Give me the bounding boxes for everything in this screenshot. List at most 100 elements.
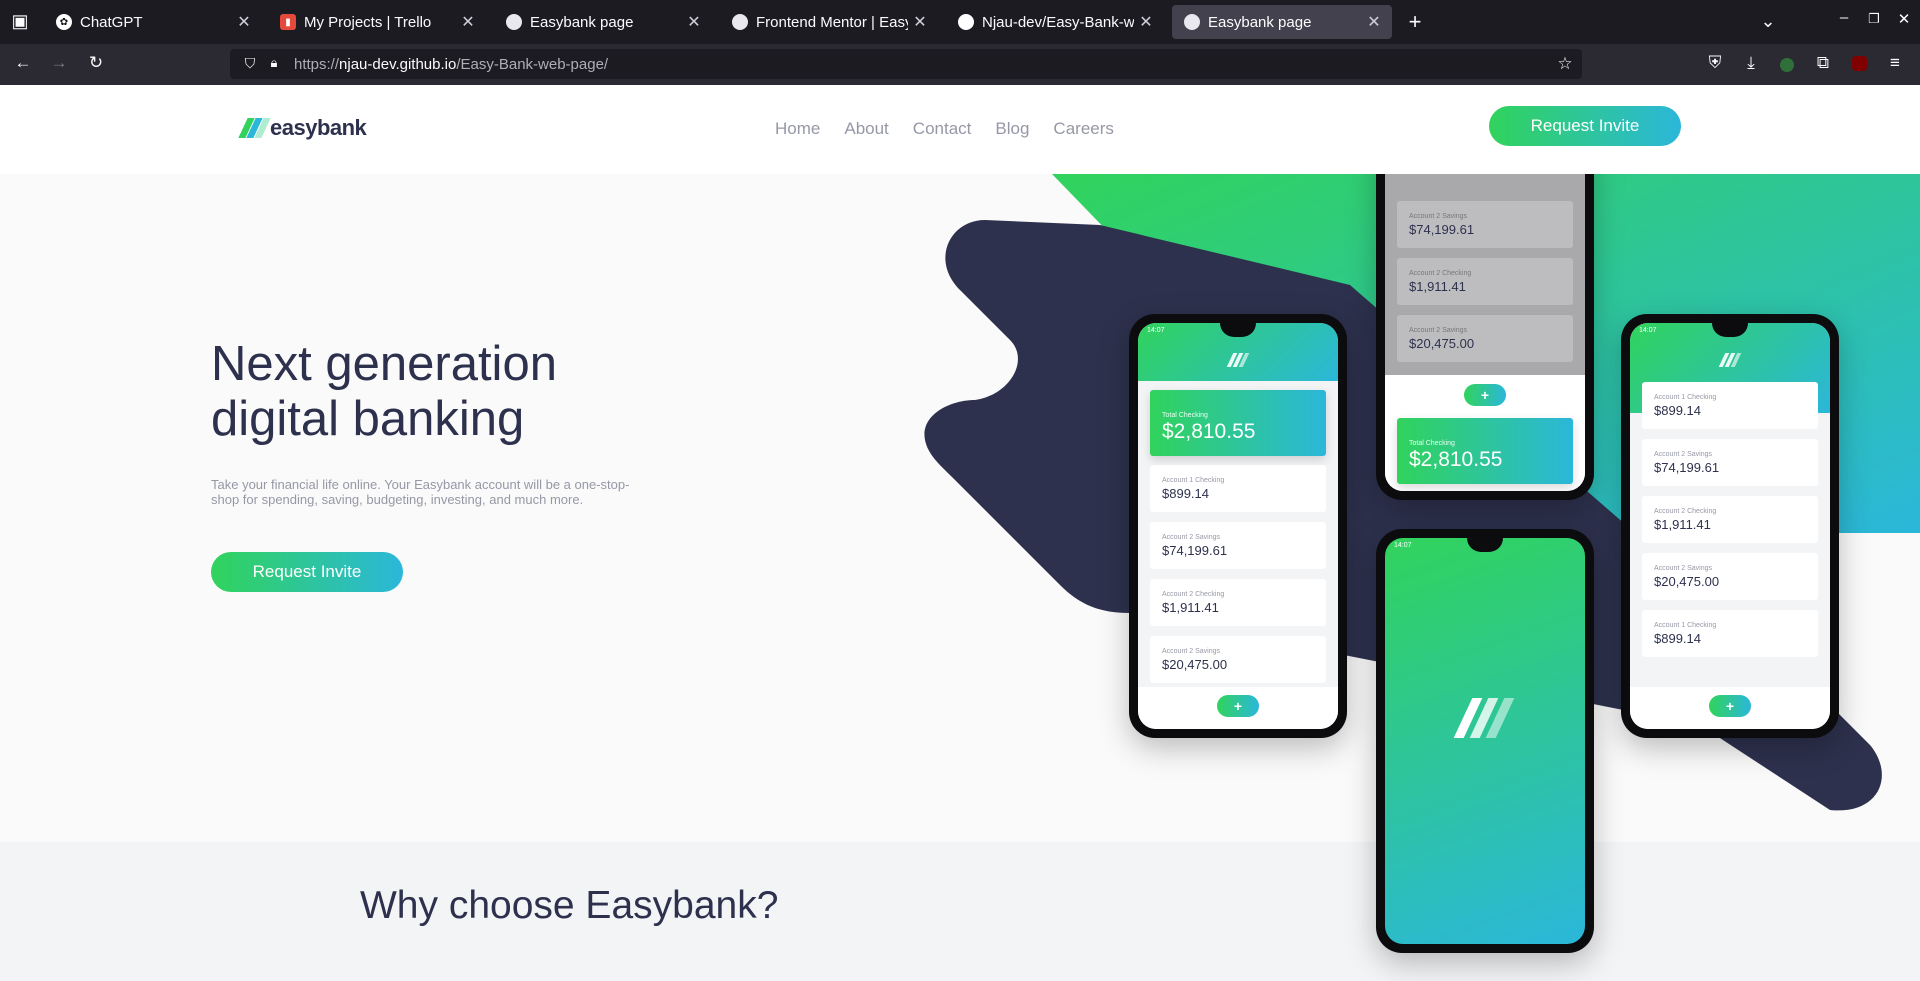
phone-mockup-bottom: 14:07 — [1376, 529, 1594, 953]
account-card: Account 2 Savings $74,199.61 — [1397, 201, 1573, 248]
url-scheme: https:// — [294, 56, 340, 73]
phone-clock: 14:07 — [1639, 327, 1657, 334]
app-logo-icon — [1226, 353, 1250, 367]
chatgpt-icon: ✿ — [56, 14, 72, 30]
phone-mockup-right: 14:07 Account 1 Checking $899.14 Account … — [1621, 314, 1839, 738]
shield-icon[interactable]: ⛉ — [238, 55, 262, 72]
account-card: Account 1 Checking $899.14 — [1150, 465, 1326, 512]
globe-icon — [732, 14, 748, 30]
tab-overview-icon[interactable]: ▣ — [8, 11, 32, 32]
close-tab-icon[interactable]: ✕ — [232, 12, 256, 32]
tab-easybank[interactable]: Easybank page ✕ — [494, 5, 712, 39]
account-card: Account 1 Checking $899.14 — [1642, 382, 1818, 429]
nav-blog[interactable]: Blog — [995, 119, 1029, 139]
account-card: Account 2 Savings $20,475.00 — [1397, 315, 1573, 362]
account-card: Account 2 Savings $74,199.61 — [1150, 522, 1326, 569]
phone-dock: + — [1138, 687, 1338, 729]
total-amount: $2,810.55 — [1409, 448, 1503, 471]
hero-title-line-1: Next generation — [211, 337, 557, 391]
add-icon: + — [1709, 695, 1751, 717]
total-checking-card: Total Checking $2,810.55 — [1397, 418, 1573, 484]
site-header: easybank Home About Contact Blog Careers… — [0, 85, 1920, 174]
close-tab-icon[interactable]: ✕ — [1134, 12, 1158, 32]
tab-frontend-mentor[interactable]: Frontend Mentor | Easyba ✕ — [720, 5, 938, 39]
minimize-icon[interactable]: – — [1832, 9, 1856, 26]
add-icon: + — [1464, 384, 1506, 406]
url-host: njau-dev.github.io — [339, 56, 457, 73]
phone-clock: 14:07 — [1147, 327, 1165, 334]
tab-trello[interactable]: ▮ My Projects | Trello ✕ — [268, 5, 486, 39]
hero-description: Take your financial life online. Your Ea… — [211, 477, 630, 507]
tab-title: Njau-dev/Easy-Bank-web- — [982, 13, 1134, 31]
web-page: easybank Home About Contact Blog Careers… — [0, 85, 1920, 981]
account-card: Account 2 Savings $20,475.00 — [1150, 636, 1326, 683]
close-tab-icon[interactable]: ✕ — [1362, 12, 1386, 32]
app-logo-icon — [1718, 353, 1742, 367]
forward-arrow-icon[interactable]: → — [47, 53, 71, 73]
pocket-icon[interactable]: ⛨ — [1703, 53, 1727, 73]
account-card: Account 2 Checking $1,911.41 — [1397, 258, 1573, 305]
tab-title: ChatGPT — [80, 13, 143, 31]
close-tab-icon[interactable]: ✕ — [682, 12, 706, 32]
why-title: Why choose Easybank? — [360, 884, 779, 927]
total-label: Total Checking — [1162, 412, 1208, 419]
account-card: Account 2 Savings $20,475.00 — [1642, 553, 1818, 600]
account-card: Account 1 Checking $899.14 — [1642, 610, 1818, 657]
chevron-down-icon[interactable]: ⌄ — [1756, 11, 1780, 32]
logo-mark-icon — [238, 118, 271, 138]
trello-icon: ▮ — [280, 14, 296, 30]
tab-title: Easybank page — [1208, 13, 1312, 31]
nav-contact[interactable]: Contact — [913, 119, 972, 139]
tab-chatgpt[interactable]: ✿ ChatGPT ✕ — [44, 5, 262, 39]
bookmark-star-icon[interactable]: ☆ — [1553, 54, 1577, 74]
logo-wordmark: easybank — [270, 115, 367, 140]
close-window-icon[interactable]: ✕ — [1892, 10, 1916, 28]
new-tab-icon[interactable]: + — [1402, 9, 1428, 35]
account-card: Account 2 Savings $74,199.61 — [1642, 439, 1818, 486]
url-path: /Easy-Bank-web-page/ — [456, 56, 609, 73]
easybank-logo[interactable]: easybank — [238, 115, 367, 141]
hero-title: Next generation digital banking — [211, 337, 557, 447]
nav-home[interactable]: Home — [775, 119, 820, 139]
account-card: Account 2 Checking $1,911.41 — [1642, 496, 1818, 543]
restore-icon[interactable]: ❐ — [1862, 11, 1886, 27]
menu-hamburger-icon[interactable]: ≡ — [1883, 53, 1907, 73]
lock-icon[interactable]: 🔒︎ — [262, 55, 286, 71]
tab-easybank-active[interactable]: Easybank page ✕ — [1172, 5, 1392, 39]
nav-careers[interactable]: Careers — [1053, 119, 1113, 139]
extension-green-icon[interactable] — [1775, 57, 1799, 77]
close-tab-icon[interactable]: ✕ — [456, 12, 480, 32]
main-nav: Home About Contact Blog Careers — [775, 119, 1114, 139]
globe-icon — [1184, 14, 1200, 30]
total-checking-card: Total Checking $2,810.55 — [1150, 390, 1326, 456]
phone-mockup-top: Account 2 Savings $74,199.61 Account 2 Ch… — [1376, 125, 1594, 500]
why-section: Why choose Easybank? — [0, 842, 1920, 981]
ublock-icon[interactable] — [1847, 56, 1871, 76]
url-text[interactable]: https://njau-dev.github.io/Easy-Bank-web… — [294, 56, 608, 73]
download-icon[interactable]: ⤓ — [1739, 53, 1763, 73]
tab-title: Easybank page — [530, 13, 634, 31]
hero-title-line-2: digital banking — [211, 392, 525, 446]
tab-title: My Projects | Trello — [304, 13, 432, 31]
nav-about[interactable]: About — [844, 119, 888, 139]
hero-request-invite-button[interactable]: Request Invite — [211, 552, 403, 592]
close-tab-icon[interactable]: ✕ — [908, 12, 932, 32]
header-request-invite-button[interactable]: Request Invite — [1489, 106, 1681, 146]
add-icon: + — [1217, 695, 1259, 717]
address-bar[interactable]: ⛉ 🔒︎ https://njau-dev.github.io/Easy-Ban… — [230, 49, 1582, 79]
phone-dock: + — [1630, 687, 1830, 729]
tab-github[interactable]: Njau-dev/Easy-Bank-web- ✕ — [946, 5, 1164, 39]
back-arrow-icon[interactable]: ← — [11, 53, 35, 73]
account-card: Account 2 Checking $1,911.41 — [1150, 579, 1326, 626]
total-label: Total Checking — [1409, 440, 1455, 447]
browser-nav-bar: ← → ↻ ⛉ 🔒︎ https://njau-dev.github.io/Ea… — [0, 44, 1920, 85]
tab-title: Frontend Mentor | Easyba — [756, 13, 908, 31]
total-amount: $2,810.55 — [1162, 420, 1256, 443]
github-icon — [958, 14, 974, 30]
globe-icon — [506, 14, 522, 30]
browser-tab-strip: ▣ ✿ ChatGPT ✕ ▮ My Projects | Trello ✕ E… — [0, 0, 1920, 44]
phone-mockup-left: 14:07 Total Checking $2,810.55 Account 1… — [1129, 314, 1347, 738]
phone-clock: 14:07 — [1394, 542, 1412, 549]
extensions-puzzle-icon[interactable]: ⧉ — [1811, 53, 1835, 73]
reload-icon[interactable]: ↻ — [84, 53, 108, 73]
